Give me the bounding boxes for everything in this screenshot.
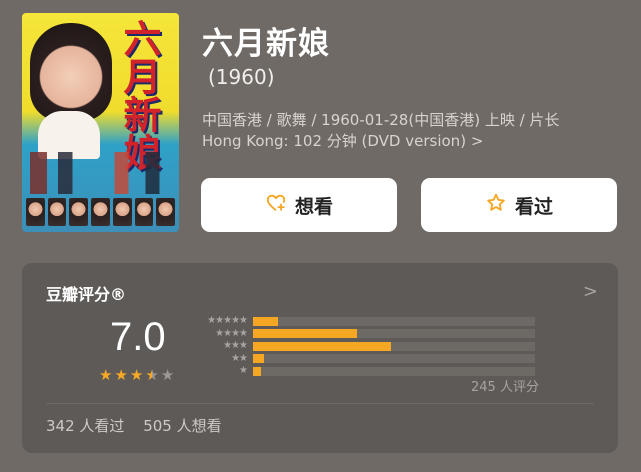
want-to-watch-label: 想看	[294, 195, 333, 218]
distribution-row: ★★★★	[198, 328, 548, 341]
distribution-star-label: ★★★★★	[207, 315, 248, 327]
want-count[interactable]: 505 人想看	[143, 417, 221, 435]
star-filled-icon: ★	[114, 366, 128, 384]
movie-title: 六月新娘	[202, 26, 330, 62]
distribution-track	[253, 329, 535, 339]
rating-stars: ★ ★ ★ ★ ★	[99, 368, 174, 383]
distribution-bar	[253, 341, 392, 351]
rating-source-label: 豆瓣评分®	[46, 285, 127, 304]
distribution-star-label: ★★★	[223, 340, 248, 352]
rating-score: 7.0	[110, 315, 166, 359]
meta-line-2-text: Hong Kong: 102 分钟 (DVD version)	[202, 132, 467, 150]
distribution-row: ★★★	[198, 340, 548, 353]
poster-dancers	[30, 152, 171, 194]
poster-cast-strip	[26, 198, 176, 226]
movie-year: (1960)	[208, 65, 275, 89]
star-filled-icon: ★	[129, 366, 144, 384]
watched-button[interactable]: 看过	[421, 178, 617, 232]
meta-line-2: Hong Kong: 102 分钟 (DVD version) >	[202, 131, 622, 152]
meta-line-1: 中国香港 / 歌舞 / 1960-01-28(中国香港) 上映 / 片长	[202, 111, 560, 129]
distribution-track	[253, 316, 535, 326]
distribution-star-label: ★★	[231, 352, 248, 364]
distribution-track	[253, 354, 535, 364]
distribution-row: ★★	[198, 353, 548, 366]
star-half-icon: ★	[145, 366, 159, 384]
watched-count[interactable]: 342 人看过	[46, 417, 124, 435]
distribution-bar	[253, 366, 262, 376]
distribution-star-label: ★★★★	[215, 327, 248, 339]
rating-distribution: ★★★★★ ★★★★ ★★★ ★★ ★	[198, 315, 548, 378]
watched-label: 看过	[514, 195, 553, 218]
rater-count: 245 人评分	[471, 380, 539, 395]
chevron-right-icon: >	[470, 132, 484, 150]
distribution-bar	[253, 329, 358, 339]
star-empty-icon: ★	[160, 366, 175, 384]
distribution-star-label: ★	[239, 365, 248, 377]
want-to-watch-button[interactable]: 想看	[201, 178, 397, 232]
divider	[46, 403, 594, 404]
heart-plus-icon	[265, 192, 287, 219]
distribution-bar	[253, 316, 279, 326]
audience-stats: 342 人看过 505 人想看	[46, 415, 222, 436]
poster-title-chars: 六月新娘	[117, 19, 162, 171]
distribution-bar	[253, 354, 265, 364]
poster-portrait	[30, 23, 112, 121]
star-outline-icon	[485, 192, 507, 219]
chevron-right-icon[interactable]: >	[583, 281, 598, 302]
distribution-row: ★★★★★	[198, 315, 548, 328]
distribution-track	[253, 366, 535, 376]
movie-meta[interactable]: 中国香港 / 歌舞 / 1960-01-28(中国香港) 上映 / 片长 Hon…	[202, 110, 622, 152]
rating-card[interactable]: 豆瓣评分® > 7.0 ★ ★ ★ ★ ★ ★★★★★ ★★★★ ★★★ ★★ ★ 245 人评…	[22, 263, 618, 453]
movie-poster[interactable]: 六月新娘	[22, 13, 179, 232]
distribution-track	[253, 341, 535, 351]
poster-title-text: 六月新娘	[107, 19, 171, 171]
star-filled-icon: ★	[99, 366, 113, 384]
